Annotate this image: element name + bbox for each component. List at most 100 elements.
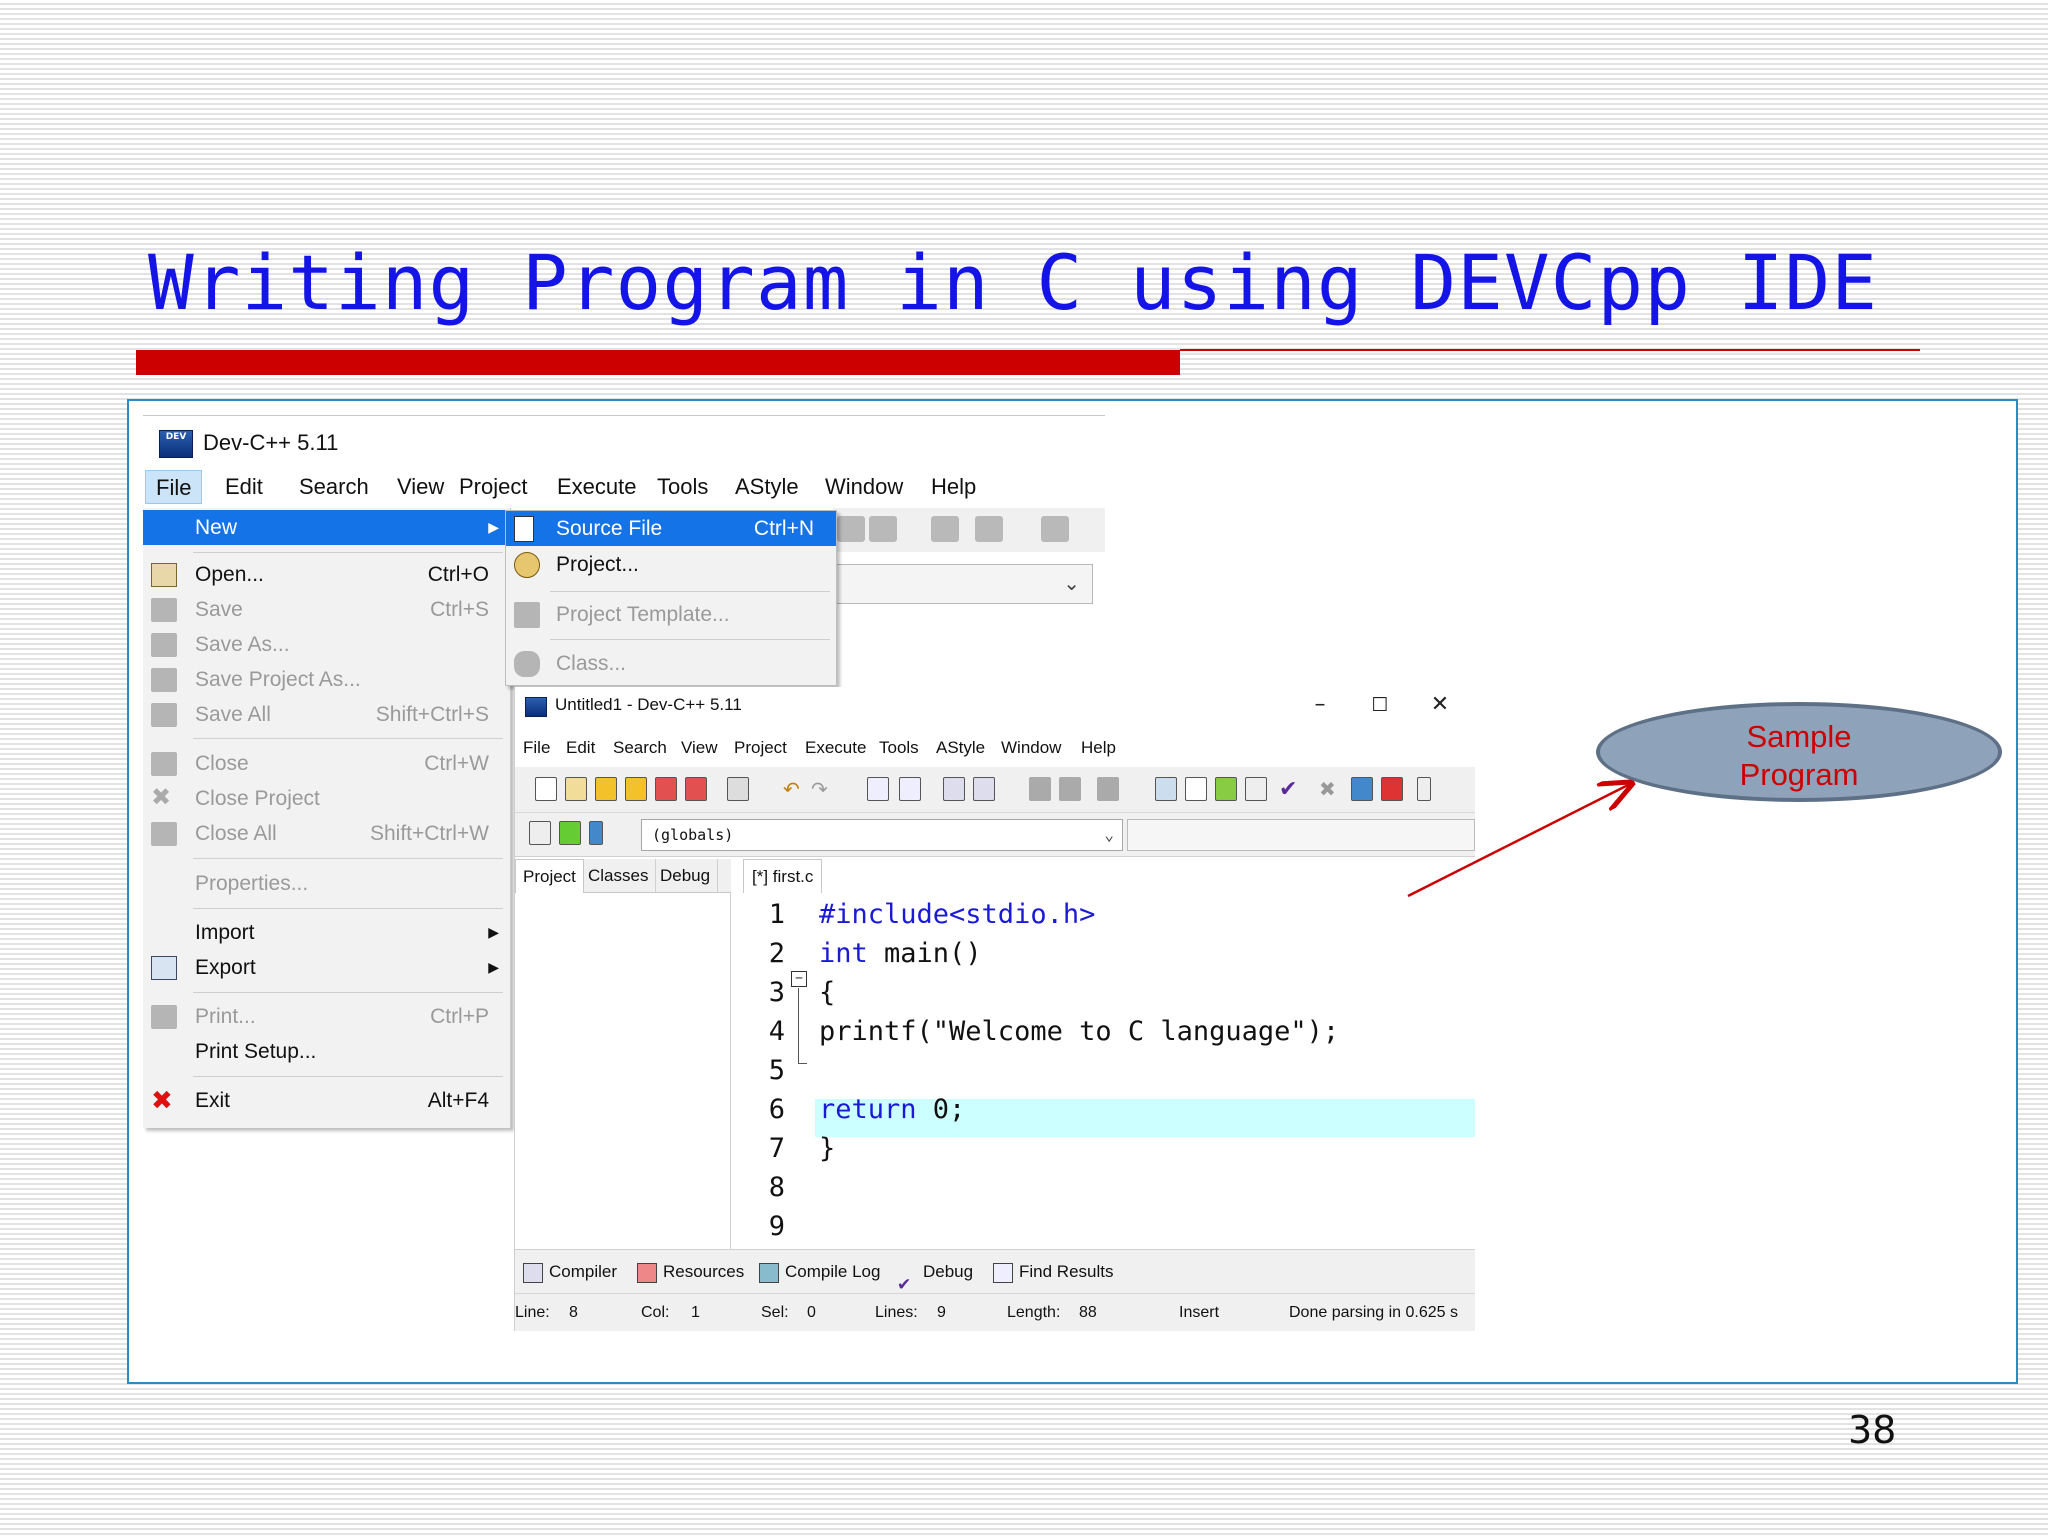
close-button[interactable]: ✕ (1415, 689, 1465, 721)
menu-edit[interactable]: Edit (566, 733, 595, 763)
tab-first-c[interactable]: [*] first.c (743, 859, 823, 893)
status-sel-label: Sel: (761, 1304, 789, 1321)
menu-project[interactable]: Project (734, 733, 787, 763)
toolbar-icon[interactable] (869, 516, 897, 542)
line-number: 5 (768, 1055, 785, 1086)
globals-dropdown[interactable]: (globals) ⌄ (641, 819, 1123, 851)
layout-icon[interactable] (1185, 777, 1207, 801)
menu-item-open[interactable]: Open... Ctrl+O (143, 557, 511, 592)
open-icon[interactable] (565, 777, 587, 801)
submenu-item-project-template[interactable]: Project Template... (506, 597, 836, 632)
indent-icon[interactable] (1059, 777, 1081, 801)
devcpp-editor-window: Untitled1 - Dev-C++ 5.11 – ☐ ✕ File Edit… (514, 687, 1475, 1331)
menu-item-save[interactable]: Save Ctrl+S (143, 592, 511, 627)
save-icon[interactable] (595, 777, 617, 801)
menu-file[interactable]: File (523, 733, 550, 763)
unindent-icon[interactable] (1029, 777, 1051, 801)
close-icon[interactable] (655, 777, 677, 801)
class-combo[interactable]: ⌄ (833, 564, 1093, 604)
maximize-button[interactable]: ☐ (1355, 689, 1405, 721)
submenu-item-source-file[interactable]: Source File Ctrl+N (506, 511, 836, 546)
menu-view[interactable]: View (681, 733, 718, 763)
close-all-icon[interactable] (685, 777, 707, 801)
comment-icon[interactable] (1097, 777, 1119, 801)
stop-icon[interactable]: ✖ (1319, 777, 1341, 801)
left-panel-tabs: Project Classes Debug (515, 859, 731, 893)
add-to-project-icon[interactable] (1215, 777, 1237, 801)
menu-edit[interactable]: Edit (215, 470, 273, 504)
menu-item-close-all[interactable]: Close All Shift+Ctrl+W (143, 816, 511, 851)
tab-compiler[interactable]: Compiler (523, 1250, 617, 1294)
add-file-icon[interactable] (559, 821, 581, 845)
tab-project[interactable]: Project (515, 859, 584, 893)
toggle-bookmark-icon[interactable] (973, 777, 995, 801)
menu-item-save-all[interactable]: Save All Shift+Ctrl+S (143, 697, 511, 732)
new-file-icon[interactable] (535, 777, 557, 801)
unindent-icon[interactable] (931, 516, 959, 542)
menu-item-save-project-as[interactable]: Save Project As... (143, 662, 511, 697)
goto-line-icon[interactable] (943, 777, 965, 801)
compile-log-icon (759, 1262, 779, 1283)
menu-item-close[interactable]: Close Ctrl+W (143, 746, 511, 781)
submenu-item-class[interactable]: Class... (506, 646, 836, 681)
menu-item-new[interactable]: New ▶ (143, 510, 511, 545)
project-panel[interactable] (515, 893, 731, 1249)
print-icon[interactable] (727, 777, 749, 801)
save-all-icon[interactable] (625, 777, 647, 801)
profile-icon[interactable] (1351, 777, 1373, 801)
menu-search[interactable]: Search (613, 733, 667, 763)
status-col-label: Col: (641, 1304, 670, 1321)
devcpp-app-icon (525, 697, 547, 717)
insert-icon[interactable] (1417, 777, 1431, 801)
tab-debug-output[interactable]: ✔Debug (897, 1250, 973, 1294)
find-icon[interactable] (867, 777, 889, 801)
menu-item-export[interactable]: Export ▶ (143, 950, 511, 985)
tab-compile-log[interactable]: Compile Log (759, 1250, 880, 1294)
menu-item-properties[interactable]: Properties... (143, 866, 511, 901)
menu-execute[interactable]: Execute (805, 733, 866, 763)
file-menu-dropdown: New ▶ Open... Ctrl+O Save Ctrl+S Save As… (143, 508, 511, 1128)
grid-icon[interactable] (1245, 777, 1267, 801)
comment-icon[interactable] (1041, 516, 1069, 542)
delete-profile-icon[interactable] (1381, 777, 1403, 801)
check-syntax-icon[interactable]: ✔ (1279, 777, 1301, 802)
code-editor[interactable]: 1 2 3 4 5 6 7 8 9 − #include<stdio.h> in… (741, 893, 1475, 1249)
menu-item-exit[interactable]: ✖ Exit Alt+F4 (143, 1083, 511, 1118)
menu-help[interactable]: Help (1081, 733, 1116, 763)
menu-item-print-setup[interactable]: Print Setup... (143, 1034, 511, 1069)
menu-item-import[interactable]: Import ▶ (143, 915, 511, 950)
menu-astyle[interactable]: AStyle (936, 733, 985, 763)
menu-view[interactable]: View (387, 470, 454, 504)
menu-tools[interactable]: Tools (647, 470, 718, 504)
members-dropdown[interactable] (1127, 819, 1475, 851)
chevron-down-icon: ⌄ (1063, 571, 1080, 595)
menu-item-save-as[interactable]: Save As... (143, 627, 511, 662)
project-options-icon[interactable] (529, 821, 551, 845)
redo-icon[interactable]: ↷ (811, 777, 833, 801)
status-length-value: 88 (1079, 1304, 1097, 1321)
menu-astyle[interactable]: AStyle (725, 470, 809, 504)
tab-debug[interactable]: Debug (653, 859, 719, 893)
menu-item-close-project[interactable]: ✖ Close Project (143, 781, 511, 816)
menu-project[interactable]: Project (449, 470, 537, 504)
menu-file[interactable]: File (145, 470, 203, 504)
tab-find-results[interactable]: Find Results (993, 1250, 1113, 1294)
tab-resources[interactable]: Resources (637, 1250, 744, 1294)
menu-window[interactable]: Window (815, 470, 913, 504)
replace-icon[interactable] (899, 777, 921, 801)
toolbar-icon[interactable] (837, 516, 865, 542)
menu-search[interactable]: Search (289, 470, 379, 504)
tab-classes[interactable]: Classes (581, 859, 657, 893)
menu-window[interactable]: Window (1001, 733, 1061, 763)
remove-file-icon[interactable] (589, 821, 603, 845)
fold-toggle-icon[interactable]: − (791, 971, 807, 987)
menu-execute[interactable]: Execute (547, 470, 647, 504)
minimize-button[interactable]: – (1295, 689, 1345, 721)
menu-help[interactable]: Help (921, 470, 986, 504)
menu-tools[interactable]: Tools (879, 733, 919, 763)
undo-icon[interactable]: ↶ (783, 777, 805, 801)
new-project-icon[interactable] (1155, 777, 1177, 801)
menu-item-print[interactable]: Print... Ctrl+P (143, 999, 511, 1034)
submenu-item-project[interactable]: Project... (506, 547, 836, 582)
indent-icon[interactable] (975, 516, 1003, 542)
